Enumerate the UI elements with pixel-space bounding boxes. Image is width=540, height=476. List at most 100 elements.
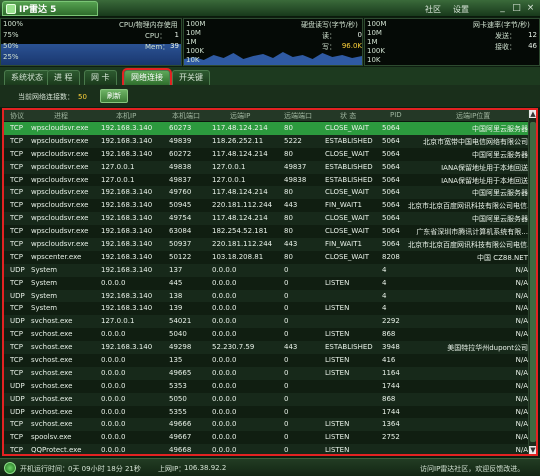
cell-remote-location: 中国阿里云服务器 (472, 189, 528, 198)
header-process[interactable]: 进程 (54, 111, 68, 121)
settings-link[interactable]: 设置 (453, 4, 469, 15)
header-protocol[interactable]: 协议 (10, 111, 24, 121)
table-row[interactable]: UDP svchost.exe 127.0.0.1 54021 0.0.0.0 0 2292… (4, 315, 530, 329)
table-row[interactable]: TCP svchost.exe 0.0.0.0 5040 0.0.0.0 0 LISTEN 8… (4, 328, 530, 342)
table-row[interactable]: TCP svchost.exe 192.168.3.140 49298 52.230.7… (4, 341, 530, 355)
cell-protocol: TCP (10, 162, 23, 171)
header-local-port[interactable]: 本机端口 (172, 111, 200, 121)
table-row[interactable]: TCP wpscloudsvr.exe 127.0.0.1 49837 127.0.0.… (4, 173, 530, 187)
tab-network-card[interactable]: 网 卡 (84, 70, 117, 85)
cell-remote-location: N/A (515, 394, 528, 403)
header-pid[interactable]: PID (390, 111, 402, 119)
cell-local-ip: 192.168.3.140 (101, 136, 153, 145)
header-remote-location[interactable]: 远端IP位置 (456, 111, 490, 121)
maximize-icon[interactable]: □ (511, 3, 522, 14)
table-row[interactable]: UDP System 192.168.3.140 138 0.0.0.0 0 4 N/A (4, 289, 530, 303)
cell-local-ip: 127.0.0.1 (101, 162, 135, 171)
table-row[interactable]: TCP svchost.exe 0.0.0.0 49665 0.0.0.0 0 LISTEN… (4, 366, 530, 380)
header-local-ip[interactable]: 本机IP (116, 111, 136, 121)
refresh-button[interactable]: 刷新 (100, 89, 128, 103)
minimize-icon[interactable]: _ (497, 3, 508, 14)
table-row[interactable]: TCP wpscloudsvr.exe 192.168.3.140 60273 117.… (4, 122, 530, 135)
cell-remote-port: 0 (284, 407, 289, 416)
cell-local-port: 50945 (169, 201, 192, 210)
cell-local-port: 49298 (169, 343, 192, 352)
cell-remote-location: N/A (515, 446, 528, 455)
table-row[interactable]: TCP System 192.168.3.140 139 0.0.0.0 0 LISTEN 4… (4, 302, 530, 316)
table-row[interactable]: TCP wpscloudsvr.exe 192.168.3.140 49839 118.… (4, 134, 530, 148)
table-row[interactable]: UDP svchost.exe 0.0.0.0 5355 0.0.0.0 0 1744 N/A (4, 405, 530, 419)
net-scale-4: 10K (367, 56, 381, 64)
uptime-label: 开机运行时间： (20, 465, 69, 473)
cell-local-port: 60273 (169, 124, 192, 132)
cell-protocol: TCP (10, 433, 23, 442)
cell-local-ip: 127.0.0.1 (101, 317, 135, 326)
net-scale-0: 100M (367, 20, 387, 28)
tab-switch-keys[interactable]: 开关键 (172, 70, 210, 85)
connection-count-value: 50 (78, 93, 87, 101)
community-feedback-link[interactable]: 访问IP雷达社区，欢迎反馈改进。 (420, 464, 524, 474)
disk-scale-4: 10K (186, 56, 200, 64)
net-recv-value: 46 (528, 42, 537, 50)
cell-protocol: TCP (10, 227, 23, 236)
table-row[interactable]: TCP wpscenter.exe 192.168.3.140 50122 103.18… (4, 250, 530, 264)
cell-process: svchost.exe (31, 407, 73, 416)
cell-remote-location: 中国阿里云服务器 (472, 125, 528, 133)
community-link[interactable]: 社区 (425, 4, 441, 15)
cell-state: CLOSE_WAIT (325, 227, 370, 236)
net-panel-title: 网卡速率(字节/秒) (473, 21, 530, 29)
disk-read-value: 0 (357, 31, 362, 39)
table-row[interactable]: TCP wpscloudsvr.exe 192.168.3.140 60272 117.… (4, 147, 530, 161)
cell-remote-port: 49837 (284, 162, 307, 171)
cell-remote-location: N/A (515, 420, 528, 429)
cell-remote-location: 中国阿里云服务器 (472, 150, 528, 159)
table-row[interactable]: TCP svchost.exe 0.0.0.0 49666 0.0.0.0 0 LISTEN… (4, 418, 530, 432)
disk-io-panel: 100M 10M 1M 100K 10K 硬盘读写(字节/秒) 读： 0 写： … (183, 18, 363, 66)
cell-remote-port: 80 (284, 124, 293, 132)
cell-state: CLOSE_WAIT (325, 124, 370, 132)
cell-local-port: 50937 (169, 240, 192, 249)
cpu-mem-panel: 100% 75% 50% 25% CPU/物理内存使用 CPU： 1 Mem： … (0, 18, 182, 66)
scroll-thumb[interactable] (530, 122, 536, 442)
vertical-scrollbar[interactable]: ▲ ▼ (528, 110, 536, 454)
cell-remote-ip: 52.230.7.59 (212, 343, 255, 352)
tab-network-connections[interactable]: 网络连接 (122, 68, 172, 87)
table-row[interactable]: TCP wpscloudsvr.exe 192.168.3.140 50937 220.… (4, 238, 530, 251)
tab-processes[interactable]: 进 程 (47, 70, 80, 85)
table-row[interactable]: TCP wpscloudsvr.exe 192.168.3.140 63084 182.… (4, 225, 530, 239)
cell-state: LISTEN (325, 304, 350, 313)
close-icon[interactable]: × (525, 3, 536, 14)
cell-local-port: 49668 (169, 446, 192, 455)
cell-local-port: 5355 (169, 407, 187, 416)
table-row[interactable]: UDP svchost.exe 0.0.0.0 5050 0.0.0.0 0 868 N/A (4, 392, 530, 406)
cell-remote-port: 0 (284, 278, 289, 287)
table-row[interactable]: TCP System 0.0.0.0 445 0.0.0.0 0 LISTEN 4 N/A (4, 276, 530, 290)
header-remote-port[interactable]: 远端端口 (284, 111, 312, 121)
cell-local-ip: 192.168.3.140 (101, 252, 153, 261)
public-ip-label: 上网IP： (158, 465, 186, 473)
table-row[interactable]: TCP wpscloudsvr.exe 192.168.3.140 50945 220.… (4, 199, 530, 213)
table-row[interactable]: UDP svchost.exe 0.0.0.0 5353 0.0.0.0 0 1744 N/A (4, 379, 530, 393)
table-row[interactable]: TCP svchost.exe 0.0.0.0 135 0.0.0.0 0 LISTEN 41… (4, 354, 530, 367)
table-row[interactable]: TCP wpscloudsvr.exe 192.168.3.140 49754 117.… (4, 212, 530, 226)
cell-remote-port: 0 (284, 381, 289, 390)
cell-local-ip: 192.168.3.140 (101, 240, 153, 249)
cell-remote-location: N/A (515, 433, 528, 442)
cell-remote-port: 0 (284, 330, 289, 339)
cell-process: svchost.exe (31, 317, 73, 326)
table-row[interactable]: UDP System 192.168.3.140 137 0.0.0.0 0 4 N/A (4, 263, 530, 277)
header-remote-ip[interactable]: 远端IP (230, 111, 250, 121)
cell-remote-ip: 0.0.0.0 (212, 394, 237, 403)
table-row[interactable]: TCP wpscloudsvr.exe 127.0.0.1 49838 127.0.0.… (4, 160, 530, 174)
table-row[interactable]: TCP spoolsv.exe 0.0.0.0 49667 0.0.0.0 0 LISTEN… (4, 431, 530, 445)
cell-local-ip: 0.0.0.0 (101, 368, 126, 377)
scroll-down-icon[interactable]: ▼ (529, 446, 536, 454)
scroll-up-icon[interactable]: ▲ (529, 110, 536, 118)
connection-count-label: 当前网络连接数： (18, 93, 74, 101)
connection-count: 当前网络连接数： 50 (18, 92, 87, 102)
header-state[interactable]: 状 态 (340, 111, 356, 121)
table-row[interactable]: TCP wpscloudsvr.exe 192.168.3.140 49760 117.… (4, 186, 530, 200)
table-row[interactable]: TCP QQProtect.exe 0.0.0.0 49668 0.0.0.0 0 LIST… (4, 444, 530, 455)
cell-process: wpscenter.exe (31, 252, 82, 261)
tab-system-status[interactable]: 系统状态 (4, 70, 50, 85)
